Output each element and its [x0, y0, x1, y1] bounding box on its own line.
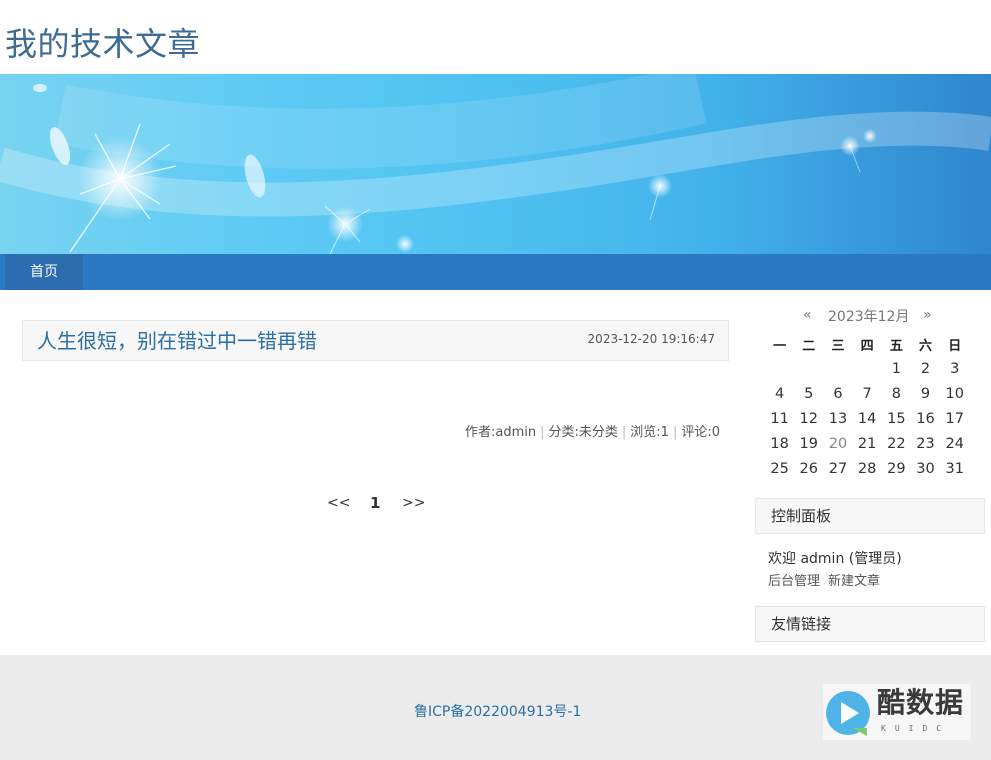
calendar-next-month-button[interactable]: »: [923, 307, 932, 323]
pagination-current-page: 1: [370, 494, 381, 512]
icp-record-link[interactable]: 鲁ICP备2022004913号-1: [414, 701, 581, 721]
calendar-month-label: 2023年12月: [828, 309, 910, 325]
calendar-day[interactable]: 12: [794, 406, 823, 431]
calendar-weekday: 二: [802, 338, 816, 354]
calendar-day[interactable]: 23: [911, 431, 940, 456]
site-title[interactable]: 我的技术文章: [5, 22, 200, 66]
calendar-day[interactable]: 9: [911, 381, 940, 406]
dandelion-illustration: [0, 74, 991, 254]
meta-separator: |: [621, 425, 627, 440]
calendar-weekday: 一: [773, 338, 787, 354]
calendar-day[interactable]: 17: [940, 406, 969, 431]
calendar-day[interactable]: 4: [765, 381, 794, 406]
calendar-day[interactable]: 25: [765, 456, 794, 481]
pagination-next-button[interactable]: >>: [402, 495, 425, 511]
calendar-day[interactable]: 26: [794, 456, 823, 481]
calendar-weekday: 三: [831, 338, 845, 354]
calendar-day[interactable]: 29: [882, 456, 911, 481]
calendar-day[interactable]: 30: [911, 456, 940, 481]
calendar-day-empty: [794, 356, 823, 381]
calendar-weekday: 六: [919, 338, 933, 354]
calendar-weekday-row: 一 二 三 四 五 六 日: [765, 332, 969, 356]
calendar-week-row: 25 26 27 28 29 30 31: [765, 456, 969, 481]
friend-links-heading: 友情链接: [771, 615, 832, 633]
calendar-day[interactable]: 22: [882, 431, 911, 456]
calendar-day[interactable]: 8: [882, 381, 911, 406]
friend-links-title: 友情链接: [755, 606, 985, 642]
calendar-day[interactable]: 2: [911, 356, 940, 381]
calendar-header: « 2023年12月 »: [765, 305, 975, 327]
calendar-week-row: 18 19 20 21 22 23 24: [765, 431, 969, 456]
calendar-week-row: 123: [765, 356, 969, 381]
watermark-badge: 酷数据 KUIDC: [823, 684, 971, 740]
calendar-day[interactable]: 3: [940, 356, 969, 381]
calendar-weekday: 日: [948, 338, 962, 354]
calendar-grid: 一 二 三 四 五 六 日 1 2 3 4 5 6 7 8 9 10 11 12 13 14 15 16 17 1…: [765, 332, 969, 481]
watermark-text: 酷数据: [877, 686, 965, 719]
calendar-day[interactable]: 21: [853, 431, 882, 456]
calendar-day[interactable]: 31: [940, 456, 969, 481]
calendar-day[interactable]: 18: [765, 431, 794, 456]
new-article-link[interactable]: 新建文章: [828, 574, 880, 589]
post-author: 作者:admin: [465, 425, 537, 440]
post-category: 分类:未分类: [548, 425, 618, 440]
calendar-day[interactable]: 13: [823, 406, 852, 431]
post-comments: 评论:0: [681, 425, 720, 440]
calendar-day[interactable]: 19: [794, 431, 823, 456]
calendar-day[interactable]: 28: [853, 456, 882, 481]
calendar-day[interactable]: 24: [940, 431, 969, 456]
calendar-weekday: 五: [889, 338, 903, 354]
calendar-day[interactable]: 5: [794, 381, 823, 406]
calendar-day[interactable]: 10: [940, 381, 969, 406]
calendar-prev-month-button[interactable]: «: [803, 307, 812, 323]
meta-separator: |: [672, 425, 678, 440]
calendar-week-row: 11 12 13 14 15 16 17: [765, 406, 969, 431]
meta-separator: |: [540, 425, 545, 440]
calendar-day[interactable]: 7: [853, 381, 882, 406]
header-banner-image: [0, 74, 991, 254]
calendar-day[interactable]: 6: [823, 381, 852, 406]
calendar-day[interactable]: 16: [911, 406, 940, 431]
site-footer: 鲁ICP备2022004913号-1 酷数据 KUIDC: [0, 655, 991, 760]
calendar-day[interactable]: 20: [823, 431, 852, 456]
admin-dashboard-link[interactable]: 后台管理: [768, 574, 820, 589]
calendar-day[interactable]: 11: [765, 406, 794, 431]
welcome-text: 欢迎 admin (管理员): [768, 551, 902, 567]
calendar-weekday: 四: [860, 338, 874, 354]
post-views: 浏览:1: [630, 425, 669, 440]
control-panel-heading: 控制面板: [771, 507, 832, 525]
admin-links: 后台管理 新建文章: [768, 570, 888, 589]
calendar-day-empty: [853, 356, 882, 381]
kuidc-logo-icon: [826, 691, 870, 736]
main-nav: 首页: [0, 254, 991, 290]
pagination: << 1 >>: [0, 494, 750, 515]
control-panel-title: 控制面板: [755, 498, 985, 534]
calendar-day[interactable]: 15: [882, 406, 911, 431]
nav-item-home[interactable]: 首页: [5, 254, 83, 290]
calendar-day[interactable]: 1: [882, 356, 911, 381]
site-header: 我的技术文章: [0, 0, 991, 74]
calendar-day-empty: [823, 356, 852, 381]
post-title-link[interactable]: 人生很短，别在错过中一错再错: [37, 327, 317, 355]
pagination-prev-button[interactable]: <<: [327, 495, 350, 511]
post-meta: 作者:admin | 分类:未分类 | 浏览:1 | 评论:0: [465, 421, 720, 440]
calendar-days: 1 2 3 4 5 6 7 8 9 10 11 12 13 14 15 16 17 18 19 20 21 22 23 24 2…: [765, 356, 969, 481]
calendar-week-row: 4 5 6 7 8 9 10: [765, 381, 969, 406]
calendar-day[interactable]: 14: [853, 406, 882, 431]
watermark-subtext: KUIDC: [881, 724, 951, 733]
calendar-day-empty: [765, 356, 794, 381]
post-date: 2023-12-20 19:16:47: [587, 332, 715, 346]
calendar-day[interactable]: 27: [823, 456, 852, 481]
post-header: 人生很短，别在错过中一错再错 2023-12-20 19:16:47: [22, 320, 729, 361]
